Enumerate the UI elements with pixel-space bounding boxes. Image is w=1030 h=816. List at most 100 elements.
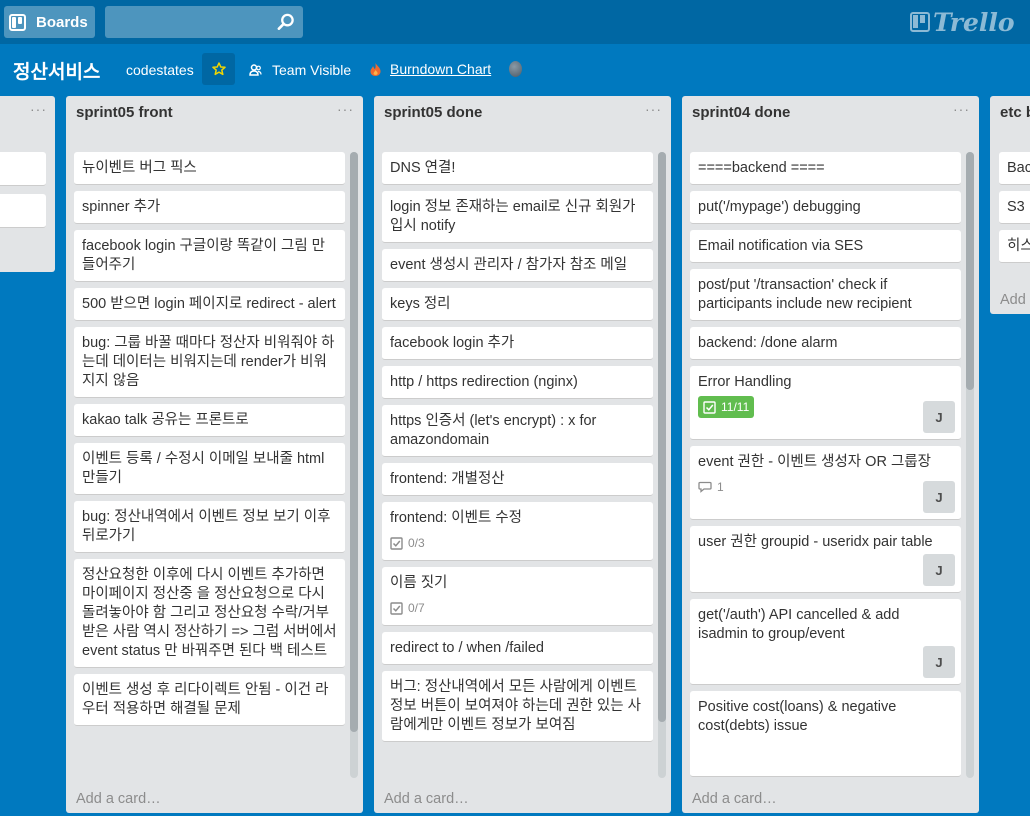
card[interactable]: Email notification via SES: [690, 230, 961, 263]
comments-count: 1: [717, 479, 724, 494]
list-etc: etc b Bac S3 히스 Add: [990, 96, 1030, 314]
card[interactable]: 히스: [999, 230, 1030, 263]
list-title[interactable]: sprint05 front: [76, 104, 173, 121]
card[interactable]: Positive cost(loans) & negative cost(deb…: [690, 691, 961, 777]
card[interactable]: 정산요청한 이후에 다시 이벤트 추가하면 마이페이지 정산중 을 정산요청으로…: [74, 559, 345, 668]
list-menu-icon[interactable]: ···: [337, 101, 354, 117]
card-badges: 11/11: [698, 396, 953, 418]
card-title: Positive cost(loans) & negative cost(deb…: [698, 699, 897, 734]
card-title: frontend: 이벤트 수정: [390, 510, 522, 526]
card[interactable]: facebook login 추가: [382, 327, 653, 360]
card-badges: 0/3: [390, 532, 645, 554]
card[interactable]: S3: [999, 191, 1030, 224]
add-card-button[interactable]: Add: [1000, 292, 1026, 308]
top-bar: Boards Trello: [0, 0, 1030, 44]
card[interactable]: event 권한 - 이벤트 생성자 OR 그룹장 1 J: [690, 446, 961, 520]
card[interactable]: 이벤트 생성 후 리다이렉트 안됨 - 이건 라우터 적용하면 해결될 문제: [74, 674, 345, 726]
checklist-badge: 0/3: [390, 534, 425, 553]
card[interactable]: event 생성시 관리자 / 참가자 참조 메일: [382, 249, 653, 282]
list-header: sprint04 done ···: [682, 96, 979, 134]
list-sprint05-front: sprint05 front ··· 뉴이벤트 버그 픽스 spinner 추가…: [66, 96, 363, 813]
card[interactable]: bug: 정산내역에서 이벤트 정보 보기 이후 뒤로가기: [74, 501, 345, 553]
comment-icon: [698, 481, 712, 493]
card[interactable]: DNS 연결!: [382, 152, 653, 185]
checklist-icon: [390, 536, 403, 550]
checklist-count: 0/3: [408, 535, 425, 550]
list-title[interactable]: sprint05 done: [384, 104, 482, 121]
member-avatar[interactable]: J: [923, 401, 955, 433]
card-title: user 권한 groupid - useridx pair table: [698, 534, 933, 550]
add-card-button[interactable]: Add a card…: [76, 791, 161, 807]
boards-button[interactable]: Boards: [4, 6, 95, 38]
board-header: 정산서비스 codestates Team Visible Burndown C…: [0, 44, 1030, 96]
add-card-button[interactable]: Add a card…: [384, 791, 469, 807]
card[interactable]: login 정보 존재하는 email로 신규 회원가입시 notify: [382, 191, 653, 243]
comments-badge: 1: [698, 478, 724, 497]
card[interactable]: 500 받으면 login 페이지로 redirect - alert: [74, 288, 345, 321]
card-title: get('/auth') API cancelled & add isadmin…: [698, 607, 900, 642]
member-avatar[interactable]: J: [923, 646, 955, 678]
card[interactable]: frontend: 개별정산: [382, 463, 653, 496]
card[interactable]: frontend: 이벤트 수정 0/3: [382, 502, 653, 561]
card[interactable]: backend: /done alarm: [690, 327, 961, 360]
team-icon: [249, 63, 262, 76]
card[interactable]: http / https redirection (nginx): [382, 366, 653, 399]
card[interactable]: facebook login 구글이랑 똑같이 그림 만들어주기: [74, 230, 345, 282]
star-button[interactable]: [202, 53, 235, 85]
visibility-button[interactable]: Team Visible: [249, 62, 351, 78]
power-up-icon[interactable]: [509, 61, 522, 77]
card[interactable]: get('/auth') API cancelled & add isadmin…: [690, 599, 961, 685]
scrollbar[interactable]: [350, 152, 358, 778]
list-header: ···: [0, 96, 55, 134]
card[interactable]: 버그: 정산내역에서 모든 사람에게 이벤트 정보 버튼이 보여져야 하는데 권…: [382, 671, 653, 742]
scrollbar-thumb[interactable]: [966, 152, 974, 390]
trello-logo[interactable]: Trello: [910, 7, 1015, 37]
card[interactable]: [0, 152, 46, 186]
card[interactable]: kakao talk 공유는 프론트로: [74, 404, 345, 437]
list-menu-icon[interactable]: ···: [30, 101, 47, 117]
card[interactable]: 이름 짓기 0/7: [382, 567, 653, 626]
card-list: 뉴이벤트 버그 픽스 spinner 추가 facebook login 구글이…: [74, 152, 345, 778]
card[interactable]: 이벤트 등록 / 수정시 이메일 보내줄 html 만들기: [74, 443, 345, 495]
card-badges: 0/7: [390, 597, 645, 619]
card[interactable]: 뉴이벤트 버그 픽스: [74, 152, 345, 185]
card[interactable]: [0, 194, 46, 228]
list-sprint05-done: sprint05 done ··· DNS 연결! login 정보 존재하는 …: [374, 96, 671, 813]
add-card-button[interactable]: Add a card…: [692, 791, 777, 807]
star-icon: [211, 62, 226, 76]
scrollbar-thumb[interactable]: [350, 152, 358, 732]
list-title[interactable]: etc b: [1000, 104, 1030, 121]
card[interactable]: ====backend ====: [690, 152, 961, 185]
board-org-link[interactable]: codestates: [126, 62, 194, 78]
card[interactable]: keys 정리: [382, 288, 653, 321]
card-badges: 1: [698, 476, 953, 498]
card[interactable]: https 인증서 (let's encrypt) : x for amazon…: [382, 405, 653, 457]
card[interactable]: Bac: [999, 152, 1030, 185]
card[interactable]: put('/mypage') debugging: [690, 191, 961, 224]
list-menu-icon[interactable]: ···: [953, 101, 970, 117]
checklist-count: 11/11: [721, 399, 750, 414]
list-menu-icon[interactable]: ···: [645, 101, 662, 117]
card[interactable]: redirect to / when /failed: [382, 632, 653, 665]
list-header: sprint05 front ···: [66, 96, 363, 134]
card[interactable]: spinner 추가: [74, 191, 345, 224]
member-avatar[interactable]: J: [923, 554, 955, 586]
member-avatar[interactable]: J: [923, 481, 955, 513]
burndown-chart-link[interactable]: Burndown Chart: [369, 61, 491, 77]
scrollbar[interactable]: [658, 152, 666, 778]
scrollbar-thumb[interactable]: [658, 152, 666, 722]
scrollbar[interactable]: [966, 152, 974, 778]
card[interactable]: user 권한 groupid - useridx pair table J: [690, 526, 961, 593]
checklist-badge: 0/7: [390, 599, 425, 618]
card[interactable]: post/put '/transaction' check if partici…: [690, 269, 961, 321]
burndown-label: Burndown Chart: [390, 61, 492, 77]
card[interactable]: bug: 그룹 바꿀 때마다 정산자 비워줘야 하는데 데이터는 비워지는데 r…: [74, 327, 345, 398]
search-icon[interactable]: [277, 13, 295, 31]
list-title[interactable]: sprint04 done: [692, 104, 790, 121]
card[interactable]: Error Handling 11/11 J: [690, 366, 961, 440]
board-title[interactable]: 정산서비스: [13, 57, 100, 84]
search-input[interactable]: [105, 6, 303, 38]
boards-label: Boards: [36, 13, 88, 31]
list-sprint04-done: sprint04 done ··· ====backend ==== put('…: [682, 96, 979, 813]
list-partial-left: ···: [0, 96, 55, 272]
